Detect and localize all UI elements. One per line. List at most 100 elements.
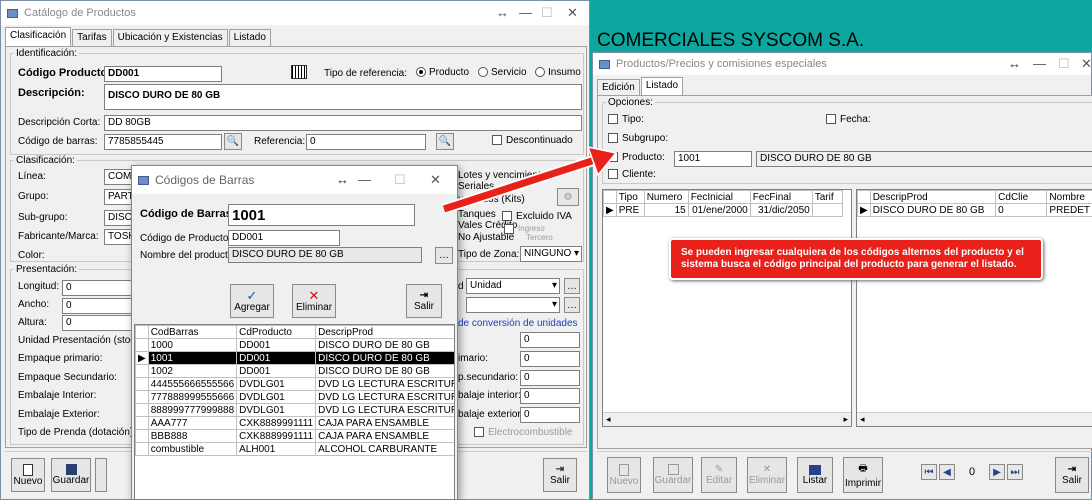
maximize-button[interactable]: ☐ (394, 172, 406, 188)
dlg-nombre-input[interactable]: DISCO DURO DE 80 GB (228, 247, 422, 263)
scroll-left-icon[interactable]: ◂ (860, 414, 865, 425)
catalog-salir-button[interactable]: ⇥ Salir (543, 458, 577, 492)
maximize-button[interactable]: ☐ (541, 5, 553, 21)
prices-salir-button[interactable]: ⇥ Salir (1055, 457, 1089, 493)
prices-eliminar-button[interactable]: ✕ Eliminar (747, 457, 787, 493)
dlg-salir-button[interactable]: ⇥ Salir (406, 284, 442, 318)
table-row[interactable]: 1002 DD001 DISCO DURO DE 80 GB (135, 364, 454, 378)
table-row[interactable]: BBB888 CXK8889991111 CAJA PARA ENSAMBLE (135, 429, 454, 443)
codigo-barras-input[interactable]: 7785855445 (104, 134, 222, 150)
catalog-titlebar[interactable]: Catálogo de Productos ↔ — ☐ ✕ (1, 1, 589, 25)
col-cdclie[interactable]: CdClie (995, 190, 1048, 204)
imprimir-button[interactable]: 🖶 Imprimir (843, 457, 883, 493)
prices-left-grid[interactable]: Tipo Numero FecInicial FecFinal Tarif ▶ … (602, 189, 852, 427)
radio-producto[interactable]: Producto (416, 67, 469, 78)
minimize-button[interactable]: — (519, 5, 532, 20)
col-tipo[interactable]: Tipo (615, 190, 645, 204)
table-row[interactable]: combustible ALH001 ALCOHOL CARBURANTE (135, 442, 454, 456)
next-record-button[interactable]: ▶ (989, 464, 1005, 480)
col-fecinicial[interactable]: FecInicial (687, 190, 751, 204)
tab-ubicacion[interactable]: Ubicación y Existencias (112, 29, 228, 47)
ancho-input[interactable]: 0 (62, 298, 132, 314)
tab-listado-prices[interactable]: Listado (640, 77, 684, 97)
minimize-button[interactable]: — (1033, 56, 1046, 71)
altura-input[interactable]: 0 (62, 315, 132, 331)
desc-corta-input[interactable]: DD 80GB (104, 115, 582, 131)
subgrupo-checkbox[interactable]: Subgrupo: (608, 133, 668, 144)
table-row[interactable]: 1000 DD001 DISCO DURO DE 80 GB (135, 338, 454, 352)
minimize-button[interactable]: — (358, 172, 371, 187)
conversion-input-1[interactable]: 0 (520, 332, 580, 348)
resize-icon[interactable]: ↔ (336, 172, 349, 187)
table-row[interactable]: ▶ PRE 15 01/ene/2000 31/dic/2050 (603, 203, 843, 217)
table-row[interactable]: 888999777999888 DVDLG01 DVD LG LECTURA ESC… (135, 403, 454, 417)
eliminar-button[interactable]: ✕ Eliminar (292, 284, 336, 318)
more-button[interactable] (95, 458, 107, 492)
col-codbarras[interactable]: CodBarras (147, 325, 238, 339)
guardar-button[interactable]: Guardar (51, 458, 91, 492)
producto-code-input[interactable]: 1001 (674, 151, 752, 167)
table-row[interactable]: 777888999555666 DVDLG01 DVD LG LECTURA ESC… (135, 390, 454, 404)
dlg-codigo-producto-input[interactable]: DD001 (228, 230, 340, 246)
tab-listado[interactable]: Listado (228, 29, 271, 47)
col-tarif[interactable]: Tarif (811, 190, 843, 204)
scroll-left-icon[interactable]: ◂ (606, 414, 611, 425)
search-barcode-button[interactable]: 🔍 (224, 133, 242, 150)
tab-tarifas[interactable]: Tarifas (72, 29, 112, 47)
nuevo-button[interactable]: Nuevo (11, 458, 45, 492)
left-hscrollbar[interactable]: ◂ ▸ (603, 412, 851, 426)
col-cdproducto[interactable]: CdProducto (236, 325, 317, 339)
fecha-checkbox[interactable]: Fecha: (826, 114, 871, 125)
tab-clasificacion[interactable]: Clasificación (5, 27, 72, 47)
descripcion-input[interactable]: DISCO DURO DE 80 GB (104, 84, 582, 110)
dlg-nombre-more-button[interactable]: … (435, 247, 453, 264)
conversion-link[interactable]: de conversión de unidades (458, 318, 578, 329)
close-button[interactable]: ✕ (1081, 56, 1092, 72)
unidad2-select[interactable]: ▾ (466, 297, 560, 313)
electrocombustible-checkbox[interactable]: Electrocombustible (474, 427, 572, 438)
prices-titlebar[interactable]: Productos/Precios y comisiones especiale… (593, 53, 1092, 75)
prices-right-grid[interactable]: DescripProd CdClie Nombre ▶ DISCO DURO D… (856, 189, 1092, 427)
resize-icon[interactable]: ↔ (496, 5, 509, 20)
close-button[interactable]: ✕ (567, 5, 578, 21)
tipo-checkbox[interactable]: Tipo: (608, 114, 644, 125)
col-numero[interactable]: Numero (643, 190, 689, 204)
col-fecfinal[interactable]: FecFinal (749, 190, 813, 204)
first-record-button[interactable]: ⏮ (921, 464, 937, 480)
radio-insumo[interactable]: Insumo (535, 67, 581, 78)
prices-editar-button[interactable]: ✎ Editar (701, 457, 737, 493)
table-row[interactable]: ▶ DISCO DURO DE 80 GB 0 PREDET (857, 203, 1092, 217)
prices-nuevo-button[interactable]: Nuevo (607, 457, 641, 493)
barcode-icon[interactable] (291, 65, 307, 79)
conversion-input-3[interactable]: 0 (520, 370, 580, 386)
table-row[interactable]: AAA777 CXK8889991111 CAJA PARA ENSAMBLE (135, 416, 454, 430)
col-descripprod[interactable]: DescripProd (869, 190, 997, 204)
last-record-button[interactable]: ⏭ (1007, 464, 1023, 480)
prices-guardar-button[interactable]: Guardar (653, 457, 693, 493)
conversion-input-2[interactable]: 0 (520, 351, 580, 367)
col-descripprod[interactable]: DescripProd (315, 325, 454, 339)
conversion-input-4[interactable]: 0 (520, 388, 580, 404)
barcodes-grid[interactable]: CodBarras CdProducto DescripProd 1000 DD0… (134, 324, 455, 500)
unidad-select[interactable]: Unidad ▾ (466, 278, 560, 294)
radio-servicio[interactable]: Servicio (478, 67, 527, 78)
right-hscrollbar[interactable]: ◂ (857, 412, 1092, 426)
scroll-right-icon[interactable]: ▸ (843, 414, 848, 425)
producto-desc-input[interactable]: DISCO DURO DE 80 GB (756, 151, 1092, 167)
longitud-input[interactable]: 0 (62, 280, 132, 296)
table-row[interactable]: 444555666555566 DVDLG01 DVD LG LECTURA ESC… (135, 377, 454, 391)
codigo-producto-input[interactable]: DD001 (104, 66, 222, 82)
tipo-zona-select[interactable]: NINGUNO ▾ (520, 246, 582, 262)
table-row-selected[interactable]: ▶ 1001 DD001 DISCO DURO DE 80 GB (135, 351, 454, 365)
conversion-input-5[interactable]: 0 (520, 407, 580, 423)
maximize-button[interactable]: ☐ (1058, 56, 1070, 72)
prev-record-button[interactable]: ◀ (939, 464, 955, 480)
listar-button[interactable]: Listar (797, 457, 833, 493)
col-nombre[interactable]: Nombre (1046, 190, 1092, 204)
barcodes-titlebar[interactable]: Códigos de Barras ↔ — ☐ ✕ (132, 166, 457, 194)
unidad-more-button[interactable]: … (564, 278, 580, 294)
agregar-button[interactable]: ✓ Agregar (230, 284, 274, 318)
referencia-input[interactable]: 0 (306, 134, 426, 150)
unidad2-more-button[interactable]: … (564, 297, 580, 313)
resize-icon[interactable]: ↔ (1008, 56, 1021, 71)
